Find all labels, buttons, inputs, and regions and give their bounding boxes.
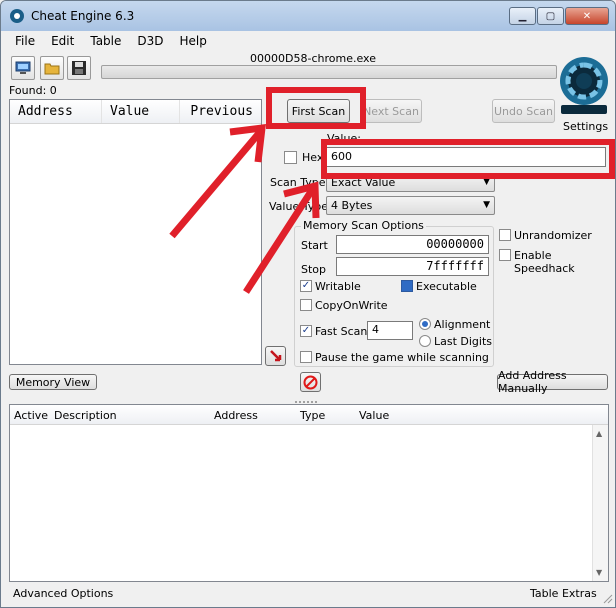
menu-bar: File Edit Table D3D Help	[1, 31, 615, 51]
fast-scan-label: Fast Scan	[315, 325, 368, 338]
chevron-down-icon: ▼	[483, 200, 490, 210]
start-address-input[interactable]: 00000000	[336, 235, 489, 254]
scroll-up-icon[interactable]: ▲	[596, 429, 602, 438]
window-title: Cheat Engine 6.3	[31, 9, 135, 23]
caption-buttons: ▁ ▢ ✕	[509, 7, 609, 25]
unrandomizer-checkbox[interactable]	[499, 229, 511, 241]
memory-scan-options-title: Memory Scan Options	[301, 219, 426, 232]
maximize-button[interactable]: ▢	[537, 7, 564, 25]
value-type-value: 4 Bytes	[331, 199, 373, 212]
alignment-label: Alignment	[434, 318, 491, 331]
pause-game-label: Pause the game while scanning	[315, 351, 489, 364]
fast-scan-checkbox[interactable]: ✓	[300, 325, 312, 337]
hex-checkbox[interactable]	[284, 151, 297, 164]
maximize-icon: ▢	[545, 10, 556, 22]
address-list-table[interactable]: Active Description Address Type Value ▲ …	[9, 404, 609, 582]
scan-progress-bar	[101, 65, 557, 79]
panel-splitter[interactable]	[1, 395, 615, 403]
status-bar: Advanced Options Table Extras	[1, 584, 615, 606]
stop-scan-button[interactable]	[300, 372, 321, 392]
menu-d3d[interactable]: D3D	[129, 31, 171, 51]
scan-type-label: Scan Type	[270, 176, 326, 189]
alignment-radio[interactable]	[419, 318, 431, 330]
menu-table[interactable]: Table	[82, 31, 129, 51]
copyonwrite-label: CopyOnWrite	[315, 299, 388, 312]
memory-view-button[interactable]: Memory View	[9, 374, 97, 390]
speedhack-label: Enable Speedhack	[514, 249, 575, 275]
last-digits-radio[interactable]	[419, 335, 431, 347]
resize-grip-icon[interactable]	[603, 594, 613, 604]
column-address[interactable]: Address	[214, 409, 258, 422]
column-description[interactable]: Description	[54, 409, 117, 422]
add-address-manually-button[interactable]: Add Address Manually	[497, 369, 608, 395]
add-all-to-list-button[interactable]	[265, 346, 286, 366]
executable-label: Executable	[416, 280, 477, 293]
red-arrow-icon	[269, 350, 281, 362]
open-file-button[interactable]	[40, 56, 64, 80]
column-active[interactable]: Active	[14, 409, 48, 422]
found-list-header: Address Value Previous	[10, 100, 261, 124]
column-type[interactable]: Type	[300, 409, 325, 422]
column-value[interactable]: Value	[359, 409, 389, 422]
stop-address-input[interactable]: 7fffffff	[336, 257, 489, 276]
close-button[interactable]: ✕	[565, 7, 609, 25]
address-list-scrollbar[interactable]: ▲ ▼	[592, 425, 608, 581]
column-value[interactable]: Value	[102, 100, 180, 123]
pause-game-checkbox[interactable]	[300, 351, 312, 363]
column-previous[interactable]: Previous	[180, 100, 261, 123]
found-addresses-list[interactable]: Address Value Previous	[9, 99, 262, 365]
menu-file[interactable]: File	[7, 31, 43, 51]
scroll-down-icon[interactable]: ▼	[596, 568, 602, 577]
save-disk-icon	[72, 61, 86, 75]
menu-edit[interactable]: Edit	[43, 31, 82, 51]
cheat-engine-window: Cheat Engine 6.3 ▁ ▢ ✕ File Edit Table D…	[0, 0, 616, 608]
settings-link[interactable]: Settings	[563, 120, 608, 133]
next-scan-button[interactable]: Next Scan	[360, 99, 422, 123]
cheat-engine-app-icon	[10, 9, 24, 23]
value-type-label: Value Type	[269, 200, 328, 213]
advanced-options-link[interactable]: Advanced Options	[13, 587, 113, 600]
scan-type-dropdown[interactable]: Exact Value ▼	[326, 173, 495, 192]
save-file-button[interactable]	[67, 56, 91, 80]
scan-value-input[interactable]: 600	[326, 147, 606, 167]
fast-scan-alignment-input[interactable]: 4	[367, 321, 413, 340]
cheat-engine-logo[interactable]	[557, 51, 611, 117]
title-bar[interactable]: Cheat Engine 6.3 ▁ ▢ ✕	[1, 1, 615, 31]
value-label: Value:	[327, 132, 361, 145]
minimize-button[interactable]: ▁	[509, 7, 536, 25]
menu-help[interactable]: Help	[172, 31, 215, 51]
process-name: 00000D58-chrome.exe	[250, 52, 376, 65]
stop-label: Stop	[301, 263, 327, 276]
unrandomizer-label: Unrandomizer	[514, 229, 592, 242]
address-list-header: Active Description Address Type Value	[10, 405, 608, 425]
computer-icon	[15, 61, 31, 74]
column-address[interactable]: Address	[10, 100, 102, 123]
minimize-icon: ▁	[518, 10, 527, 22]
chevron-down-icon: ▼	[483, 177, 490, 187]
last-digits-label: Last Digits	[434, 335, 493, 348]
table-extras-link[interactable]: Table Extras	[530, 587, 597, 600]
speedhack-checkbox[interactable]	[499, 249, 511, 261]
executable-checkbox[interactable]	[401, 280, 413, 292]
open-folder-icon	[44, 63, 60, 75]
undo-scan-button[interactable]: Undo Scan	[492, 99, 555, 123]
hex-label: Hex	[302, 151, 324, 164]
copyonwrite-checkbox[interactable]	[300, 299, 312, 311]
no-entry-icon	[303, 375, 318, 389]
writable-checkbox[interactable]: ✓	[300, 280, 312, 292]
select-process-button[interactable]	[11, 56, 35, 80]
value-type-dropdown[interactable]: 4 Bytes ▼	[326, 196, 495, 215]
found-count: Found: 0	[9, 84, 57, 97]
start-label: Start	[301, 239, 328, 252]
scan-type-value: Exact Value	[331, 176, 396, 189]
first-scan-button[interactable]: First Scan	[287, 99, 350, 123]
writable-label: Writable	[315, 280, 361, 293]
close-icon: ✕	[582, 10, 592, 22]
